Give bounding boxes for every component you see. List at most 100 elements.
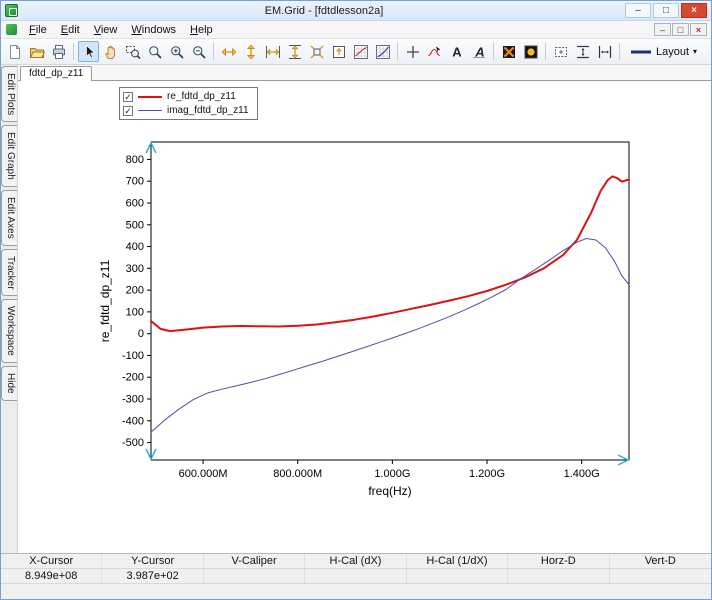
minimize-button[interactable]: – xyxy=(625,3,651,18)
chevron-down-icon: ▾ xyxy=(693,47,697,56)
open-folder-icon xyxy=(29,44,45,60)
graph-grid-button[interactable] xyxy=(350,41,371,62)
text-label-button[interactable]: A xyxy=(446,41,467,62)
crosshair-tool-button[interactable] xyxy=(402,41,423,62)
status-header-row: X-CursorY-CursorV-CaliperH-Cal (dX)H-Cal… xyxy=(1,554,711,569)
layout-dropdown-label: Layout xyxy=(656,46,689,58)
horizontal-caliper-icon xyxy=(597,44,613,60)
trace-probe-button[interactable] xyxy=(424,41,445,62)
pan-tool-button[interactable] xyxy=(100,41,121,62)
menu-windows[interactable]: Windows xyxy=(124,22,183,38)
graph-grid-icon xyxy=(353,44,369,60)
status-header-horz-d: Horz-D xyxy=(508,554,609,568)
hand-icon xyxy=(103,44,119,60)
select-tool-button[interactable] xyxy=(78,41,99,62)
layout-dropdown[interactable]: Layout ▾ xyxy=(624,41,703,62)
magnifier-icon xyxy=(147,44,163,60)
horizontal-caliper-button[interactable] xyxy=(594,41,615,62)
selection-box-button[interactable] xyxy=(550,41,571,62)
mdi-close-button[interactable]: × xyxy=(690,23,707,36)
fit-horizontal-button[interactable] xyxy=(262,41,283,62)
x-tick-label: 600.000M xyxy=(179,468,228,480)
cursor-arrow-icon xyxy=(81,44,97,60)
y-tick-label: 300 xyxy=(126,263,144,275)
x-axis-label: freq(Hz) xyxy=(368,484,411,498)
zoom-window-button[interactable] xyxy=(122,41,143,62)
menu-view[interactable]: View xyxy=(87,22,125,38)
expand-vertical-icon xyxy=(243,44,259,60)
status-value-y-cursor: 3.987e+02 xyxy=(102,569,203,583)
doc-tab-fdtd-dp-z11[interactable]: fdtd_dp_z11 xyxy=(20,66,92,81)
printer-icon xyxy=(51,44,67,60)
toolbar: A A Layout ▾ xyxy=(1,39,711,65)
menu-edit[interactable]: Edit xyxy=(54,22,87,38)
new-file-icon xyxy=(7,44,23,60)
autoscale-button[interactable] xyxy=(328,41,349,62)
graph-grid-alt-button[interactable] xyxy=(372,41,393,62)
dark-color-map-button[interactable] xyxy=(520,41,541,62)
expand-vertical-button[interactable] xyxy=(240,41,261,62)
side-tab-tracker[interactable]: Tracker xyxy=(1,249,17,297)
plot-canvas[interactable]: -500-400-300-200-10001002003004005006007… xyxy=(18,81,711,553)
side-tab-hide[interactable]: Hide xyxy=(1,366,17,401)
y-tick-label: 400 xyxy=(126,241,144,253)
color-map-button[interactable] xyxy=(498,41,519,62)
legend-label: imag_fdtd_dp_z11 xyxy=(167,105,249,116)
status-value-horz-d xyxy=(508,569,609,583)
document-tabbar: fdtd_dp_z11 xyxy=(18,65,711,81)
legend-label: re_fdtd_dp_z11 xyxy=(167,91,236,102)
expand-horizontal-button[interactable] xyxy=(218,41,239,62)
italic-text-button[interactable]: A xyxy=(468,41,489,62)
toolbar-separator xyxy=(213,43,214,60)
open-file-button[interactable] xyxy=(26,41,47,62)
trace-probe-icon xyxy=(427,44,443,60)
svg-text:A: A xyxy=(452,44,462,59)
zoom-in-button[interactable] xyxy=(166,41,187,62)
y-axis-label: re_fdtd_dp_z11 xyxy=(98,259,112,342)
new-file-button[interactable] xyxy=(4,41,25,62)
side-tab-edit-axes[interactable]: Edit Axes xyxy=(1,190,17,246)
mdi-minimize-button[interactable]: – xyxy=(654,23,671,36)
selection-box-icon xyxy=(553,44,569,60)
fit-all-icon xyxy=(309,44,325,60)
maximize-button[interactable]: □ xyxy=(653,3,679,18)
fit-vertical-button[interactable] xyxy=(284,41,305,62)
y-tick-label: 700 xyxy=(126,176,144,188)
y-tick-label: -100 xyxy=(122,350,144,362)
toolbar-separator xyxy=(493,43,494,60)
plot-area[interactable]: -500-400-300-200-10001002003004005006007… xyxy=(18,81,711,553)
side-tab-edit-plots[interactable]: Edit Plots xyxy=(1,66,17,122)
legend-line-sample xyxy=(138,110,162,111)
legend: ✓ re_fdtd_dp_z11 ✓ imag_fdtd_dp_z11 xyxy=(119,87,258,120)
side-tab-edit-graph[interactable]: Edit Graph xyxy=(1,125,17,187)
autoscale-icon xyxy=(331,44,347,60)
menu-items: FileEditViewWindowsHelp xyxy=(22,22,220,38)
legend-line-sample xyxy=(138,96,162,98)
fit-all-button[interactable] xyxy=(306,41,327,62)
zoom-out-button[interactable] xyxy=(188,41,209,62)
document-icon[interactable] xyxy=(6,24,17,35)
status-header-v-caliper: V-Caliper xyxy=(204,554,305,568)
mdi-restore-button[interactable]: □ xyxy=(672,23,689,36)
legend-checkbox[interactable]: ✓ xyxy=(123,106,133,116)
zoom-tool-button[interactable] xyxy=(144,41,165,62)
status-value-v-caliper xyxy=(204,569,305,583)
layout-line-icon xyxy=(630,44,652,60)
y-tick-label: 500 xyxy=(126,219,144,231)
x-tick-label: 1.200G xyxy=(469,468,505,480)
legend-item: ✓ imag_fdtd_dp_z11 xyxy=(123,105,249,116)
legend-checkbox[interactable]: ✓ xyxy=(123,92,133,102)
menu-help[interactable]: Help xyxy=(183,22,220,38)
toolbar-separator xyxy=(73,43,74,60)
print-button[interactable] xyxy=(48,41,69,62)
vertical-caliper-icon xyxy=(575,44,591,60)
y-tick-label: -300 xyxy=(122,394,144,406)
fit-horizontal-icon xyxy=(265,44,281,60)
x-tick-label: 1.000G xyxy=(374,468,410,480)
status-header-vert-d: Vert-D xyxy=(610,554,711,568)
vertical-caliper-button[interactable] xyxy=(572,41,593,62)
menu-file[interactable]: File xyxy=(22,22,54,38)
close-button[interactable]: × xyxy=(681,3,707,18)
side-tab-workspace[interactable]: Workspace xyxy=(1,299,17,363)
status-header-x-cursor: X-Cursor xyxy=(1,554,102,568)
